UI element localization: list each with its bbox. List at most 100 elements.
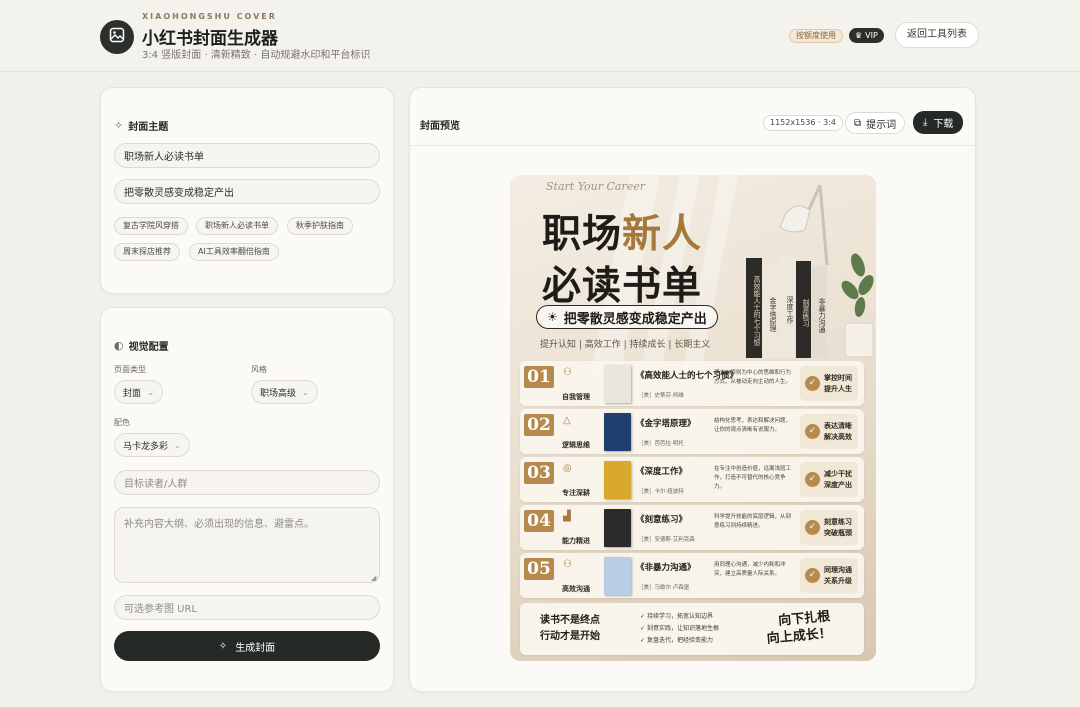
- color-label: 配色: [114, 418, 130, 427]
- title-input[interactable]: 职场新人必读书单: [114, 143, 380, 168]
- chevron-down-icon: ⌄: [174, 440, 181, 450]
- book-author: ［美］史蒂芬·柯维: [638, 393, 684, 399]
- takeaway-text: 减少干扰 深度产出: [824, 469, 852, 489]
- row-label: 专注深耕: [562, 489, 590, 497]
- row-label: 自我管理: [562, 393, 590, 401]
- page-type-value: 封面: [123, 388, 142, 399]
- lightbulb-icon: ☀: [547, 310, 558, 324]
- topic-chip[interactable]: AI工具效率翻倍指南: [189, 243, 279, 261]
- cover-script-text: Start Your Career: [546, 180, 645, 193]
- book-row: 01 ⚇ 自我管理 《高效能人士的七个习惯》 ［美］史蒂芬·柯维 建立以原则为中…: [520, 361, 864, 406]
- generate-label: 生成封面: [235, 642, 276, 654]
- check-icon: ✓: [805, 472, 820, 487]
- book-description: 用同理心沟通，减少内耗和冲突，建立高质量人际关系。: [714, 562, 786, 577]
- topic-chip[interactable]: 职场新人必读书单: [196, 217, 278, 235]
- book-cover: [604, 509, 631, 547]
- preview-header-divider: [410, 145, 975, 146]
- download-icon: ⤓: [923, 117, 928, 128]
- page-type-select[interactable]: 封面 ⌄: [114, 380, 163, 404]
- audience-input[interactable]: 目标读者/人群: [114, 470, 380, 495]
- page-type-label: 页面类型: [114, 365, 146, 374]
- row-takeaway: ✓ 刻意练习 突破瓶颈: [800, 510, 858, 545]
- book-description: 结构化思考，表达和解决问题，让你的观点清晰有说服力。: [714, 418, 792, 433]
- book-description: 在专注中创造价值，远离浅层工作，打造不可替代的核心竞争力。: [714, 466, 792, 490]
- book-cover: [604, 413, 631, 451]
- book-row: 02 △ 逻辑思维 《金字塔原理》 ［美］芭芭拉·明托 结构化思考，表达和解决问…: [520, 409, 864, 454]
- prompt-button[interactable]: ⧉ 提示词: [845, 112, 906, 134]
- book-author: ［美］马歇尔·卢森堡: [638, 585, 690, 591]
- row-number: 03: [524, 462, 554, 484]
- row-label: 能力精进: [562, 537, 590, 545]
- row-takeaway: ✓ 掌控时间 提升人生: [800, 366, 858, 401]
- book-row: 05 ⚇ 高效沟通 《非暴力沟通》 ［美］马歇尔·卢森堡 用同理心沟通，减少内耗…: [520, 553, 864, 598]
- book-title: 《非暴力沟通》: [636, 563, 696, 573]
- footer-slogan: 读书不是终点 行动才是开始: [540, 615, 600, 642]
- pyramid-icon: △: [563, 415, 571, 426]
- vip-badge: ♛ VIP: [849, 28, 884, 43]
- topic-chip[interactable]: 周末探店推荐: [114, 243, 180, 261]
- subtitle-input[interactable]: 把零散灵感变成稳定产出: [114, 179, 380, 204]
- book-description: 科学提升技能的底层逻辑，从刻意练习到持续精进。: [714, 514, 792, 529]
- color-select[interactable]: 马卡龙多彩 ⌄: [114, 433, 190, 457]
- book-spine: 非暴力沟通: [812, 266, 827, 358]
- cover-title-highlight: 新人: [622, 212, 703, 257]
- cover-title-line1: 职场新人: [542, 203, 702, 259]
- footer-list-item: ✓ 复盘迭代，把经验变能力: [640, 637, 713, 644]
- visual-section-title: ◐ 视觉配置: [114, 338, 169, 353]
- row-takeaway: ✓ 表达清晰 解决高效: [800, 414, 858, 449]
- book-author: ［美］芭芭拉·明托: [638, 441, 684, 447]
- target-icon: ◎: [563, 463, 572, 474]
- check-icon: ✓: [805, 424, 820, 439]
- book-spine: 刻意练习: [796, 261, 811, 358]
- sparkle-icon: ✧: [218, 640, 228, 652]
- cover-title-part: 职场: [542, 212, 623, 257]
- plant-illustration: [841, 253, 874, 358]
- book-author: ［美］卡尔·纽波特: [638, 489, 684, 495]
- details-textarea[interactable]: 补充内容大纲、必须出现的信息、避雷点。: [114, 507, 380, 583]
- check-icon: ✓: [805, 520, 820, 535]
- takeaway-text: 掌控时间 提升人生: [824, 373, 852, 393]
- copy-icon: ⧉: [854, 117, 862, 129]
- resize-handle-icon[interactable]: ◢: [371, 574, 376, 582]
- footer-list-item: ✓ 刻意实践，让知识落地生根: [640, 625, 719, 632]
- cover-title-line2: 必读书单: [542, 264, 703, 309]
- usage-badge: 按额度使用: [789, 29, 843, 43]
- book-spine: 金字塔原理: [763, 264, 778, 358]
- person-icon: ⚇: [563, 367, 572, 378]
- topic-chip[interactable]: 复古学院风穿搭: [114, 217, 188, 235]
- prompt-label: 提示词: [866, 119, 897, 131]
- crown-icon: ♛: [855, 31, 863, 40]
- style-select[interactable]: 职场高级 ⌄: [251, 380, 318, 404]
- chevron-down-icon: ⌄: [147, 387, 154, 397]
- back-to-tools-button[interactable]: 返回工具列表: [895, 22, 979, 48]
- book-cover: [604, 557, 631, 595]
- book-cover: [604, 365, 631, 403]
- cover-preview-image: Start Your Career 职场新人 必读书单 ☀ 把零散灵感变成稳定产…: [510, 175, 876, 661]
- topic-section-title: ✧ 封面主题: [114, 118, 168, 133]
- app-logo: [100, 20, 134, 54]
- topic-chip[interactable]: 秋季护肤指南: [287, 217, 353, 235]
- book-author: ［美］安德斯·艾利克森: [638, 537, 695, 543]
- book-spine: 深度工作: [779, 255, 795, 358]
- cover-subtitle-pill: ☀ 把零散灵感变成稳定产出: [536, 305, 718, 329]
- row-number: 05: [524, 558, 554, 580]
- row-number: 01: [524, 366, 554, 388]
- footer-list: ✓ 持续学习，拓宽认知边界 ✓ 刻意实践，让知识落地生根 ✓ 复盘迭代，把经验变…: [640, 611, 719, 647]
- cover-footer: 读书不是终点 行动才是开始 ✓ 持续学习，拓宽认知边界 ✓ 刻意实践，让知识落地生…: [520, 603, 864, 655]
- check-icon: ✓: [805, 568, 820, 583]
- generate-cover-button[interactable]: ✧ 生成封面: [114, 631, 380, 661]
- book-cover: [604, 461, 631, 499]
- book-title: 《刻意练习》: [636, 515, 688, 525]
- app-description: 3:4 竖版封面 · 清新精致 · 自动规避水印和平台标识: [142, 50, 371, 61]
- preview-title: 封面预览: [420, 121, 460, 132]
- book-spine: 高效能人士的七个习惯: [746, 258, 762, 358]
- style-value: 职场高级: [260, 388, 297, 399]
- chart-icon: ▟: [563, 511, 571, 522]
- row-label: 高效沟通: [562, 585, 590, 593]
- takeaway-text: 表达清晰 解决高效: [824, 421, 852, 441]
- download-button[interactable]: ⤓ 下载: [913, 111, 964, 134]
- takeaway-text: 刻意练习 突破瓶颈: [824, 517, 852, 537]
- reference-url-input[interactable]: 可选参考图 URL: [114, 595, 380, 620]
- footer-motto: 向下扎根 向上成长！: [766, 609, 833, 647]
- row-takeaway: ✓ 同理沟通 关系升级: [800, 558, 858, 593]
